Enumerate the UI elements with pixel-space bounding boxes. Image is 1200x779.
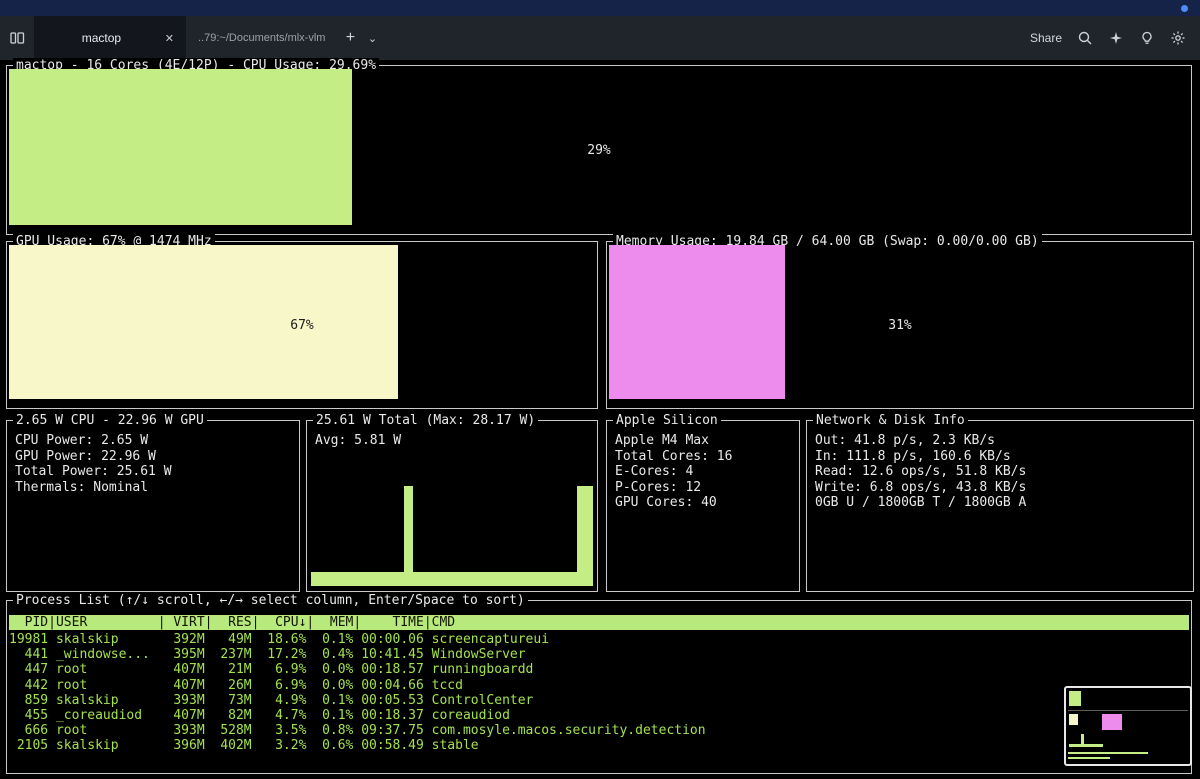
network-stats: Out: 41.8 p/s, 2.3 KB/s In: 111.8 p/s, 16… <box>815 433 1027 510</box>
avg-power-text: Avg: 5.81 W <box>315 433 402 448</box>
process-row: 666 root 393M 528M 3.5% 0.8% 09:37.75 co… <box>9 723 706 739</box>
process-header: PID|USER | VIRT| RES| CPU↓| MEM| TIME|CM… <box>9 615 1189 630</box>
terminal-screen[interactable]: mactop - 16 Cores (4E/12P) - CPU Usage: … <box>0 58 1200 779</box>
power-spike <box>404 486 413 586</box>
lightbulb-icon[interactable] <box>1139 30 1155 46</box>
chevron-down-icon[interactable]: ⌄ <box>363 16 381 60</box>
power-history-chart <box>311 461 593 586</box>
pip-process-line <box>1068 757 1110 759</box>
pip-preview[interactable] <box>1064 686 1192 766</box>
tab-label: ..79:~/Documents/mlx-vlm <box>198 32 326 44</box>
close-icon[interactable]: ✕ <box>157 32 174 45</box>
process-row: 441 _windowse... 395M 237M 17.2% 0.4% 10… <box>9 647 526 663</box>
power-spike <box>577 486 593 586</box>
memory-usage-value: 31% <box>888 317 912 333</box>
cpu-usage-value: 29% <box>587 142 611 158</box>
silicon-stats: Apple M4 Max Total Cores: 16 E-Cores: 4 P-C… <box>615 433 733 510</box>
total-power-title: 25.61 W Total (Max: 28.17 W) <box>313 413 539 428</box>
power-panel-title: 2.65 W CPU - 22.96 W GPU <box>13 413 207 428</box>
network-panel-title: Network & Disk Info <box>813 413 968 428</box>
process-rows: 19981 skalskip 392M 49M 18.6% 0.1% 00:00… <box>9 632 1189 754</box>
notification-dot <box>1181 5 1188 12</box>
process-row: 447 root 407M 21M 6.9% 0.0% 00:18.57 run… <box>9 662 534 678</box>
power-stats-panel: 2.65 W CPU - 22.96 W GPU CPU Power: 2.65… <box>6 413 300 592</box>
ai-sparkle-icon[interactable] <box>1108 30 1124 46</box>
pip-cpu-bar <box>1069 691 1081 706</box>
gpu-usage-panel: GPU Usage: 67% @ 1474 MHz 67% <box>6 234 598 409</box>
settings-gear-icon[interactable] <box>1170 30 1186 46</box>
apple-silicon-panel: Apple Silicon Apple M4 Max Total Cores: 1… <box>606 413 800 592</box>
process-list-panel: Process List (↑/↓ scroll, ←/→ select col… <box>6 593 1192 774</box>
tab-mlx-vlm[interactable]: ..79:~/Documents/mlx-vlm <box>186 16 337 60</box>
total-power-panel: 25.61 W Total (Max: 28.17 W) Avg: 5.81 W <box>306 413 598 592</box>
search-icon[interactable] <box>1077 30 1093 46</box>
pip-process-line <box>1068 752 1148 754</box>
process-row: 455 _coreaudiod 407M 82M 4.7% 0.1% 00:18… <box>9 708 510 724</box>
process-row: 442 root 407M 26M 6.9% 0.0% 00:04.66 tcc… <box>9 677 463 693</box>
network-disk-panel: Network & Disk Info Out: 41.8 p/s, 2.3 K… <box>806 413 1194 592</box>
pip-chart-spike <box>1081 734 1084 747</box>
gpu-usage-value: 67% <box>290 317 314 333</box>
tab-mactop[interactable]: mactop ✕ <box>34 16 186 60</box>
process-row: 2105 skalskip 396M 402M 3.2% 0.6% 00:58.… <box>9 738 479 754</box>
pip-divider <box>1068 710 1188 711</box>
cpu-usage-panel: mactop - 16 Cores (4E/12P) - CPU Usage: … <box>6 58 1192 235</box>
pip-chart-base <box>1069 744 1103 747</box>
bookmarks-icon[interactable] <box>0 16 34 60</box>
silicon-panel-title: Apple Silicon <box>613 413 721 428</box>
window-titlebar <box>0 0 1200 16</box>
pip-gpu-bar <box>1069 714 1078 725</box>
memory-usage-panel: Memory Usage: 19.84 GB / 64.00 GB (Swap:… <box>606 234 1194 409</box>
process-row: 859 skalskip 393M 73M 4.9% 0.1% 00:05.53… <box>9 692 534 708</box>
process-panel-title: Process List (↑/↓ scroll, ←/→ select col… <box>13 593 528 608</box>
share-button[interactable]: Share <box>1030 31 1062 45</box>
tab-bar: mactop ✕ ..79:~/Documents/mlx-vlm + ⌄ Sh… <box>0 16 1200 60</box>
process-row: 19981 skalskip 392M 49M 18.6% 0.1% 00:00… <box>9 632 550 647</box>
tab-label: mactop <box>81 31 122 45</box>
pip-memory-bar <box>1102 714 1122 730</box>
new-tab-button[interactable]: + <box>337 16 363 60</box>
power-stats: CPU Power: 2.65 W GPU Power: 22.96 W Total… <box>15 433 172 495</box>
power-baseline <box>311 572 593 586</box>
